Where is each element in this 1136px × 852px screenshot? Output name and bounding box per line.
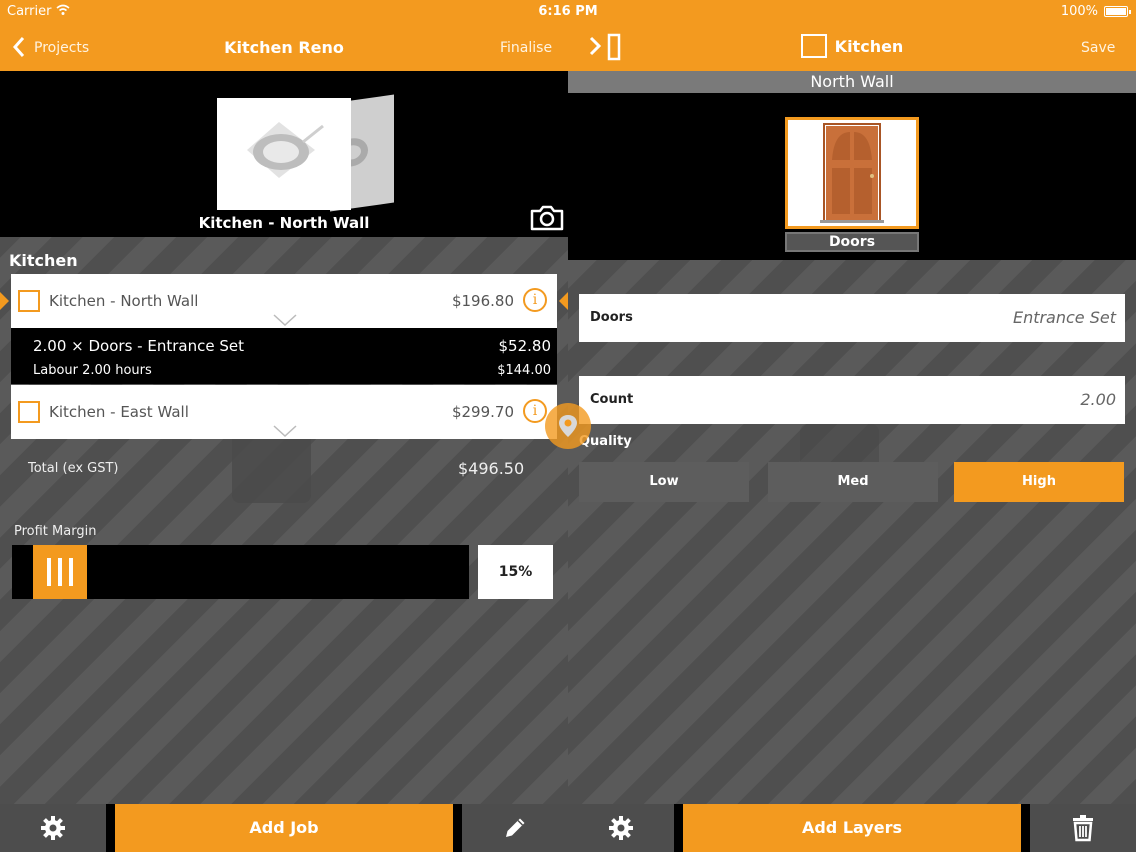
add-job-button[interactable]: Add Job	[115, 804, 453, 852]
layer-editor-panel: North Wall Doors Doors Entrance Set Coun…	[568, 71, 1136, 804]
pencil-icon	[506, 818, 525, 837]
section-title: Kitchen	[9, 251, 78, 270]
quality-high-button[interactable]: High	[954, 462, 1124, 502]
layer-title-group: Kitchen	[568, 34, 1136, 58]
profit-margin-slider[interactable]	[12, 545, 469, 599]
total-value: $496.50	[458, 459, 525, 478]
field-label: Doors	[590, 310, 633, 325]
layer-thumbnail-label: Doors	[785, 232, 919, 252]
selected-marker-right	[559, 292, 568, 310]
settings-button[interactable]	[0, 804, 106, 852]
job-list-panel: Kitchen - North Wall Kitchen Kitchen - N…	[0, 71, 568, 804]
job-row[interactable]: Kitchen - East Wall $299.70 i	[11, 385, 557, 439]
camera-icon[interactable]	[529, 204, 565, 232]
square-icon	[800, 34, 827, 58]
job-name: Kitchen - East Wall	[49, 403, 189, 421]
labour-description: Labour 2.00 hours	[33, 363, 152, 378]
field-label: Count	[590, 392, 634, 407]
line-item-description: 2.00 × Doors - Entrance Set	[33, 337, 244, 355]
delete-button[interactable]	[1030, 804, 1136, 852]
field-value: 2.00	[1080, 390, 1116, 409]
wall-preview-label: Kitchen - North Wall	[198, 214, 370, 232]
right-nav-bar: Kitchen Save	[568, 24, 1136, 71]
info-icon[interactable]: i	[523, 399, 547, 423]
job-checkbox[interactable]	[18, 290, 40, 312]
wall-title: North Wall	[568, 71, 1136, 93]
quality-low-button[interactable]: Low	[579, 462, 749, 502]
layer-title: Kitchen	[834, 36, 904, 56]
job-name: Kitchen - North Wall	[49, 292, 199, 310]
drag-ghost-tile	[800, 424, 879, 462]
field-value: Entrance Set	[1012, 308, 1116, 327]
count-field[interactable]: Count 2.00	[579, 376, 1125, 424]
job-price: $299.70	[451, 403, 514, 421]
profit-margin-value[interactable]: 15%	[478, 545, 553, 599]
total-label: Total (ex GST)	[28, 461, 119, 476]
selected-marker-left	[0, 292, 9, 310]
chevron-down-icon[interactable]	[273, 425, 297, 437]
chevron-down-icon[interactable]	[273, 314, 297, 326]
right-toolbar: Add Layers	[568, 804, 1136, 852]
gear-icon	[609, 816, 633, 840]
job-row[interactable]: Kitchen - North Wall $196.80 i	[11, 274, 557, 328]
edit-button[interactable]	[462, 804, 568, 852]
door-image	[820, 123, 884, 223]
info-icon[interactable]: i	[523, 288, 547, 312]
left-nav-bar: Projects Kitchen Reno Finalise	[0, 24, 568, 71]
job-line-item[interactable]: 2.00 × Doors - Entrance Set $52.80 Labou…	[11, 328, 557, 384]
job-checkbox[interactable]	[18, 401, 40, 423]
doors-field[interactable]: Doors Entrance Set	[579, 294, 1125, 342]
battery-percent: 100%	[1060, 4, 1098, 19]
map-pin-icon[interactable]	[545, 403, 591, 449]
job-price: $196.80	[451, 292, 514, 310]
layer-preview: Doors	[568, 93, 1136, 260]
clock: 6:16 PM	[538, 4, 598, 19]
finalise-button[interactable]: Finalise	[500, 40, 552, 56]
wall-preview: Kitchen - North Wall	[0, 71, 568, 237]
left-toolbar: Add Job	[0, 804, 568, 852]
add-layers-button[interactable]: Add Layers	[683, 804, 1021, 852]
save-button[interactable]: Save	[1081, 40, 1115, 56]
battery-icon	[1104, 6, 1131, 17]
wall-card[interactable]	[217, 98, 351, 210]
status-bar: Carrier 6:16 PM 100%	[0, 0, 1136, 24]
trash-icon	[1073, 815, 1093, 842]
line-item-price: $52.80	[498, 337, 552, 355]
gear-icon	[41, 816, 65, 840]
page-title: Kitchen Reno	[224, 38, 344, 57]
layer-settings-button[interactable]	[568, 804, 674, 852]
placeholder-image-icon	[247, 122, 324, 178]
drag-ghost-tile	[232, 439, 311, 503]
labour-price: $144.00	[497, 363, 551, 378]
quality-med-button[interactable]: Med	[768, 462, 938, 502]
slider-handle[interactable]	[33, 545, 87, 599]
profit-margin-label: Profit Margin	[14, 524, 97, 539]
layer-thumbnail[interactable]	[785, 117, 919, 229]
